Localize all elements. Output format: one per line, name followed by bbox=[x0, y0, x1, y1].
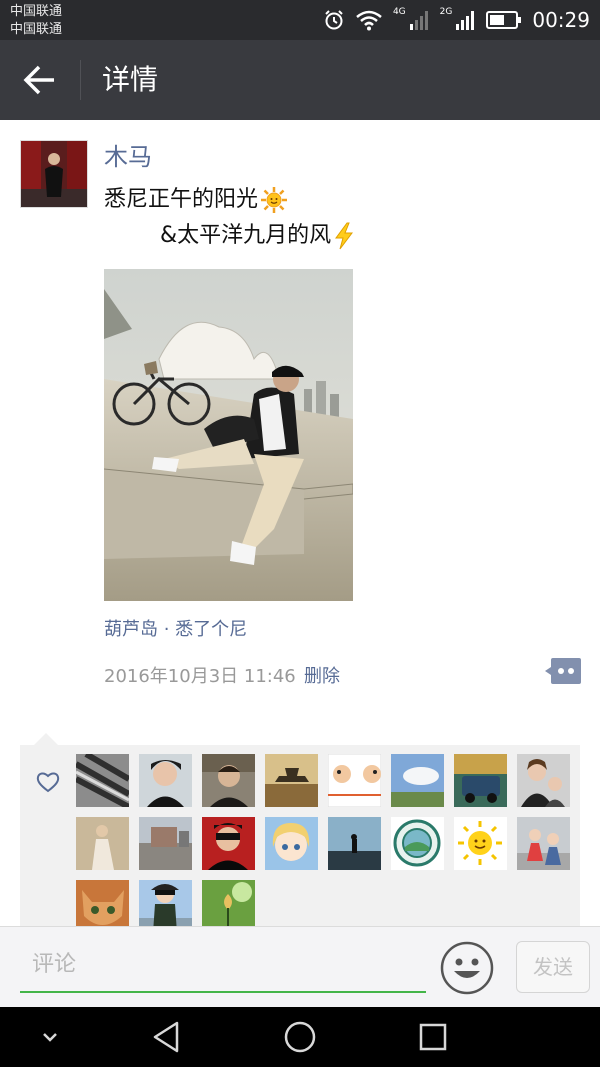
like-avatar[interactable] bbox=[76, 754, 129, 807]
like-avatar[interactable] bbox=[265, 817, 318, 870]
nav-home-icon[interactable] bbox=[280, 1017, 320, 1057]
lightning-emoji-icon bbox=[335, 222, 354, 250]
like-avatar[interactable] bbox=[139, 754, 192, 807]
network-type-1: 4G bbox=[392, 7, 406, 17]
like-avatar[interactable] bbox=[454, 754, 507, 807]
author-avatar[interactable] bbox=[20, 140, 88, 208]
like-avatar[interactable] bbox=[391, 754, 444, 807]
author-name[interactable]: 木马 bbox=[104, 140, 152, 174]
like-avatar[interactable] bbox=[454, 817, 507, 870]
like-avatar[interactable] bbox=[517, 817, 570, 870]
likes-pointer bbox=[34, 733, 58, 745]
title-bar: 详情 bbox=[0, 40, 600, 120]
carrier-label-1: 中国联通 bbox=[10, 4, 63, 19]
nav-recents-icon[interactable] bbox=[413, 1017, 453, 1057]
battery-icon bbox=[486, 11, 522, 29]
page-title: 详情 bbox=[102, 63, 159, 96]
title-divider bbox=[80, 60, 81, 100]
network-type-2: 2G bbox=[439, 7, 453, 17]
heart-icon bbox=[36, 772, 60, 793]
comment-input[interactable] bbox=[20, 937, 426, 993]
comment-more-icon[interactable] bbox=[545, 658, 581, 684]
delete-link[interactable]: 删除 bbox=[304, 662, 340, 692]
like-avatar[interactable] bbox=[139, 880, 192, 930]
likes-panel bbox=[20, 745, 580, 930]
carrier-label-2: 中国联通 bbox=[10, 22, 63, 37]
sun-emoji-icon bbox=[261, 187, 288, 213]
comment-input-bar: 发送 bbox=[0, 926, 600, 1007]
emoji-icon[interactable] bbox=[440, 941, 494, 995]
like-avatar[interactable] bbox=[202, 817, 255, 870]
signal-icon-1 bbox=[409, 11, 428, 30]
back-arrow-icon[interactable] bbox=[22, 62, 62, 98]
status-bar: 中国联通 中国联通 4G 2G 00:29 bbox=[0, 0, 600, 40]
status-icons: 4G 2G 00:29 bbox=[323, 6, 590, 34]
like-avatar[interactable] bbox=[517, 754, 570, 807]
like-avatar[interactable] bbox=[202, 880, 255, 930]
clock: 00:29 bbox=[532, 8, 590, 32]
post-text-line-1: 悉尼正午的阳光 bbox=[104, 184, 288, 216]
signal-icon-2 bbox=[456, 11, 475, 30]
like-avatar[interactable] bbox=[202, 754, 255, 807]
like-avatar[interactable] bbox=[265, 754, 318, 807]
chevron-down-icon[interactable] bbox=[30, 1017, 70, 1057]
nav-back-icon[interactable] bbox=[147, 1017, 187, 1057]
send-button[interactable]: 发送 bbox=[516, 941, 590, 993]
like-avatar[interactable] bbox=[139, 817, 192, 870]
wifi-icon bbox=[356, 10, 382, 31]
post-timestamp: 2016年10月3日 11:46 bbox=[104, 666, 296, 687]
post-photo[interactable] bbox=[104, 269, 353, 601]
post-text-2: &太平洋九月的风 bbox=[160, 223, 332, 248]
post-text-line-2: &太平洋九月的风 bbox=[160, 220, 355, 252]
system-nav-bar bbox=[0, 1007, 600, 1067]
alarm-icon bbox=[325, 10, 343, 30]
like-avatar[interactable] bbox=[328, 817, 381, 870]
like-avatar[interactable] bbox=[328, 754, 381, 807]
like-avatar[interactable] bbox=[76, 817, 129, 870]
like-avatar[interactable] bbox=[391, 817, 444, 870]
like-avatar[interactable] bbox=[76, 880, 129, 930]
post-text-1: 悉尼正午的阳光 bbox=[104, 187, 259, 212]
post-location[interactable]: 葫芦岛 · 悉了个尼 bbox=[104, 616, 247, 644]
